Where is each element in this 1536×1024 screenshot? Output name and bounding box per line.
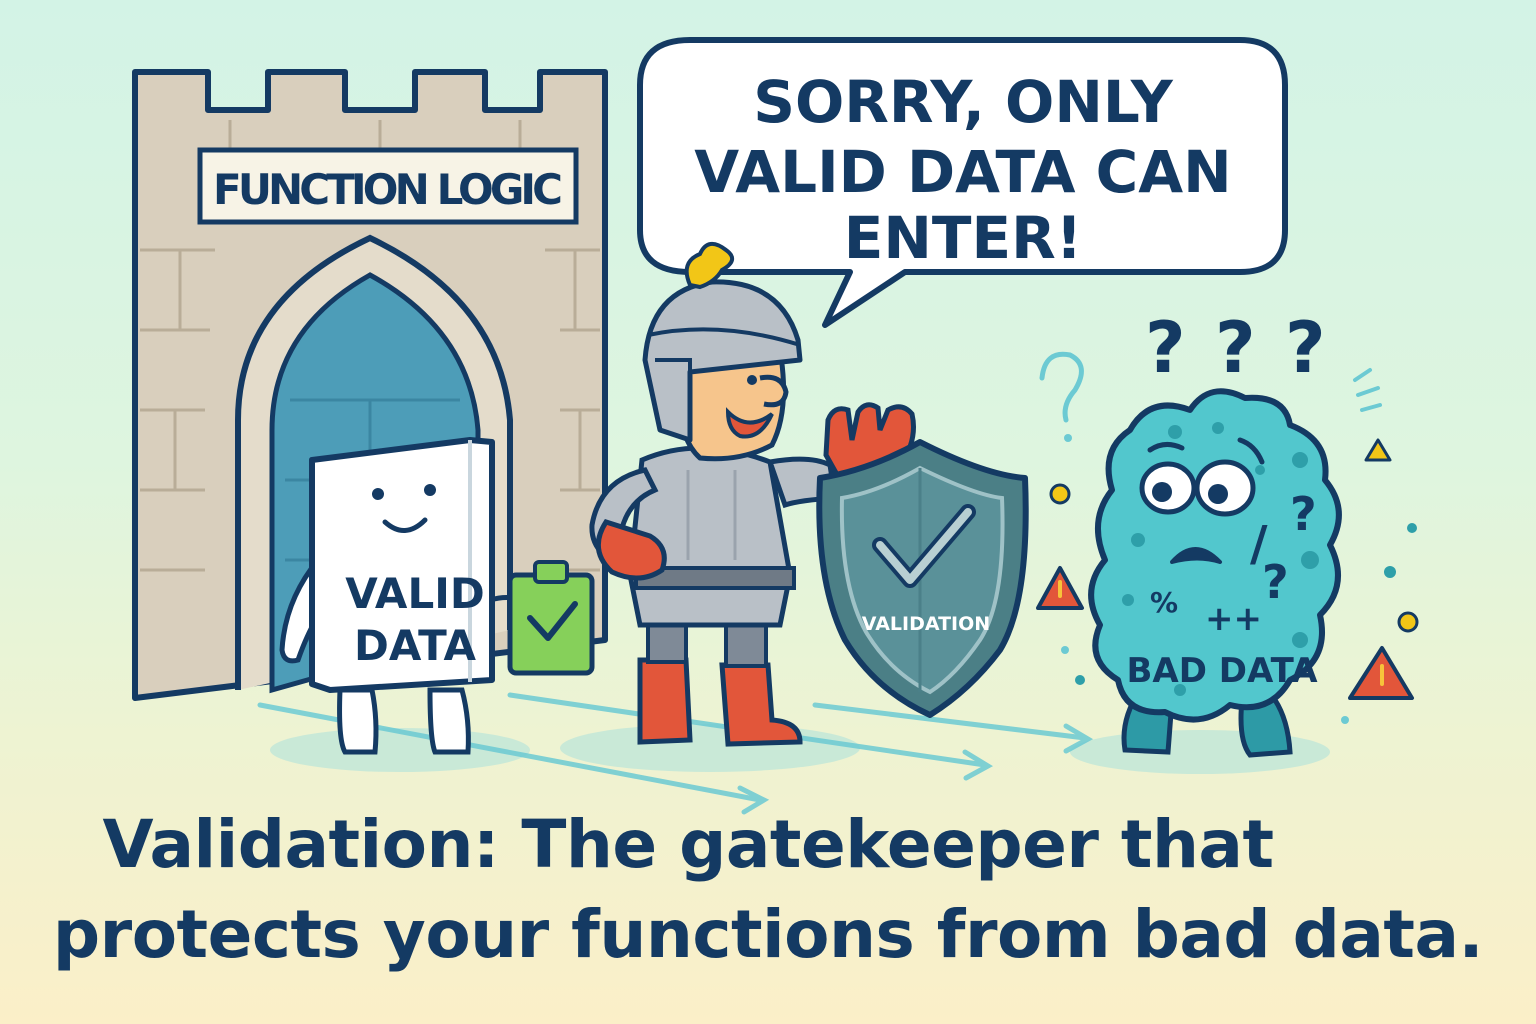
- bad-data-character: / % ++ ? ? BAD DATA: [1088, 388, 1342, 758]
- speech-line-3: ENTER!: [844, 204, 1082, 272]
- valid-data-line-2: DATA: [354, 621, 476, 670]
- question-mark-3: ?: [1285, 307, 1326, 389]
- bad-glyph-percent: %: [1150, 586, 1178, 619]
- validation-shield: VALIDATION: [816, 439, 1029, 718]
- bad-data-label: BAD DATA: [1126, 651, 1318, 691]
- ground-shadow-knight: [560, 724, 860, 772]
- bad-glyph-plus: ++: [1205, 599, 1262, 639]
- question-mark-1: ?: [1145, 307, 1186, 389]
- clipboard: [507, 560, 595, 676]
- speech-line-2: VALID DATA CAN: [694, 138, 1231, 206]
- castle-sign-text: FUNCTION LOGIC: [213, 165, 563, 214]
- question-mark-2: ?: [1215, 307, 1256, 389]
- bad-glyph-question-2: ?: [1262, 555, 1289, 609]
- caption-line-1: Validation: The gatekeeper that: [102, 806, 1274, 883]
- bad-glyph-question-1: ?: [1290, 487, 1317, 541]
- valid-data-line-1: VALID: [345, 569, 484, 618]
- speech-line-1: SORRY, ONLY: [753, 68, 1174, 136]
- shield-label: VALIDATION: [862, 613, 990, 635]
- caption-line-2: protects your functions from bad data.: [52, 896, 1484, 973]
